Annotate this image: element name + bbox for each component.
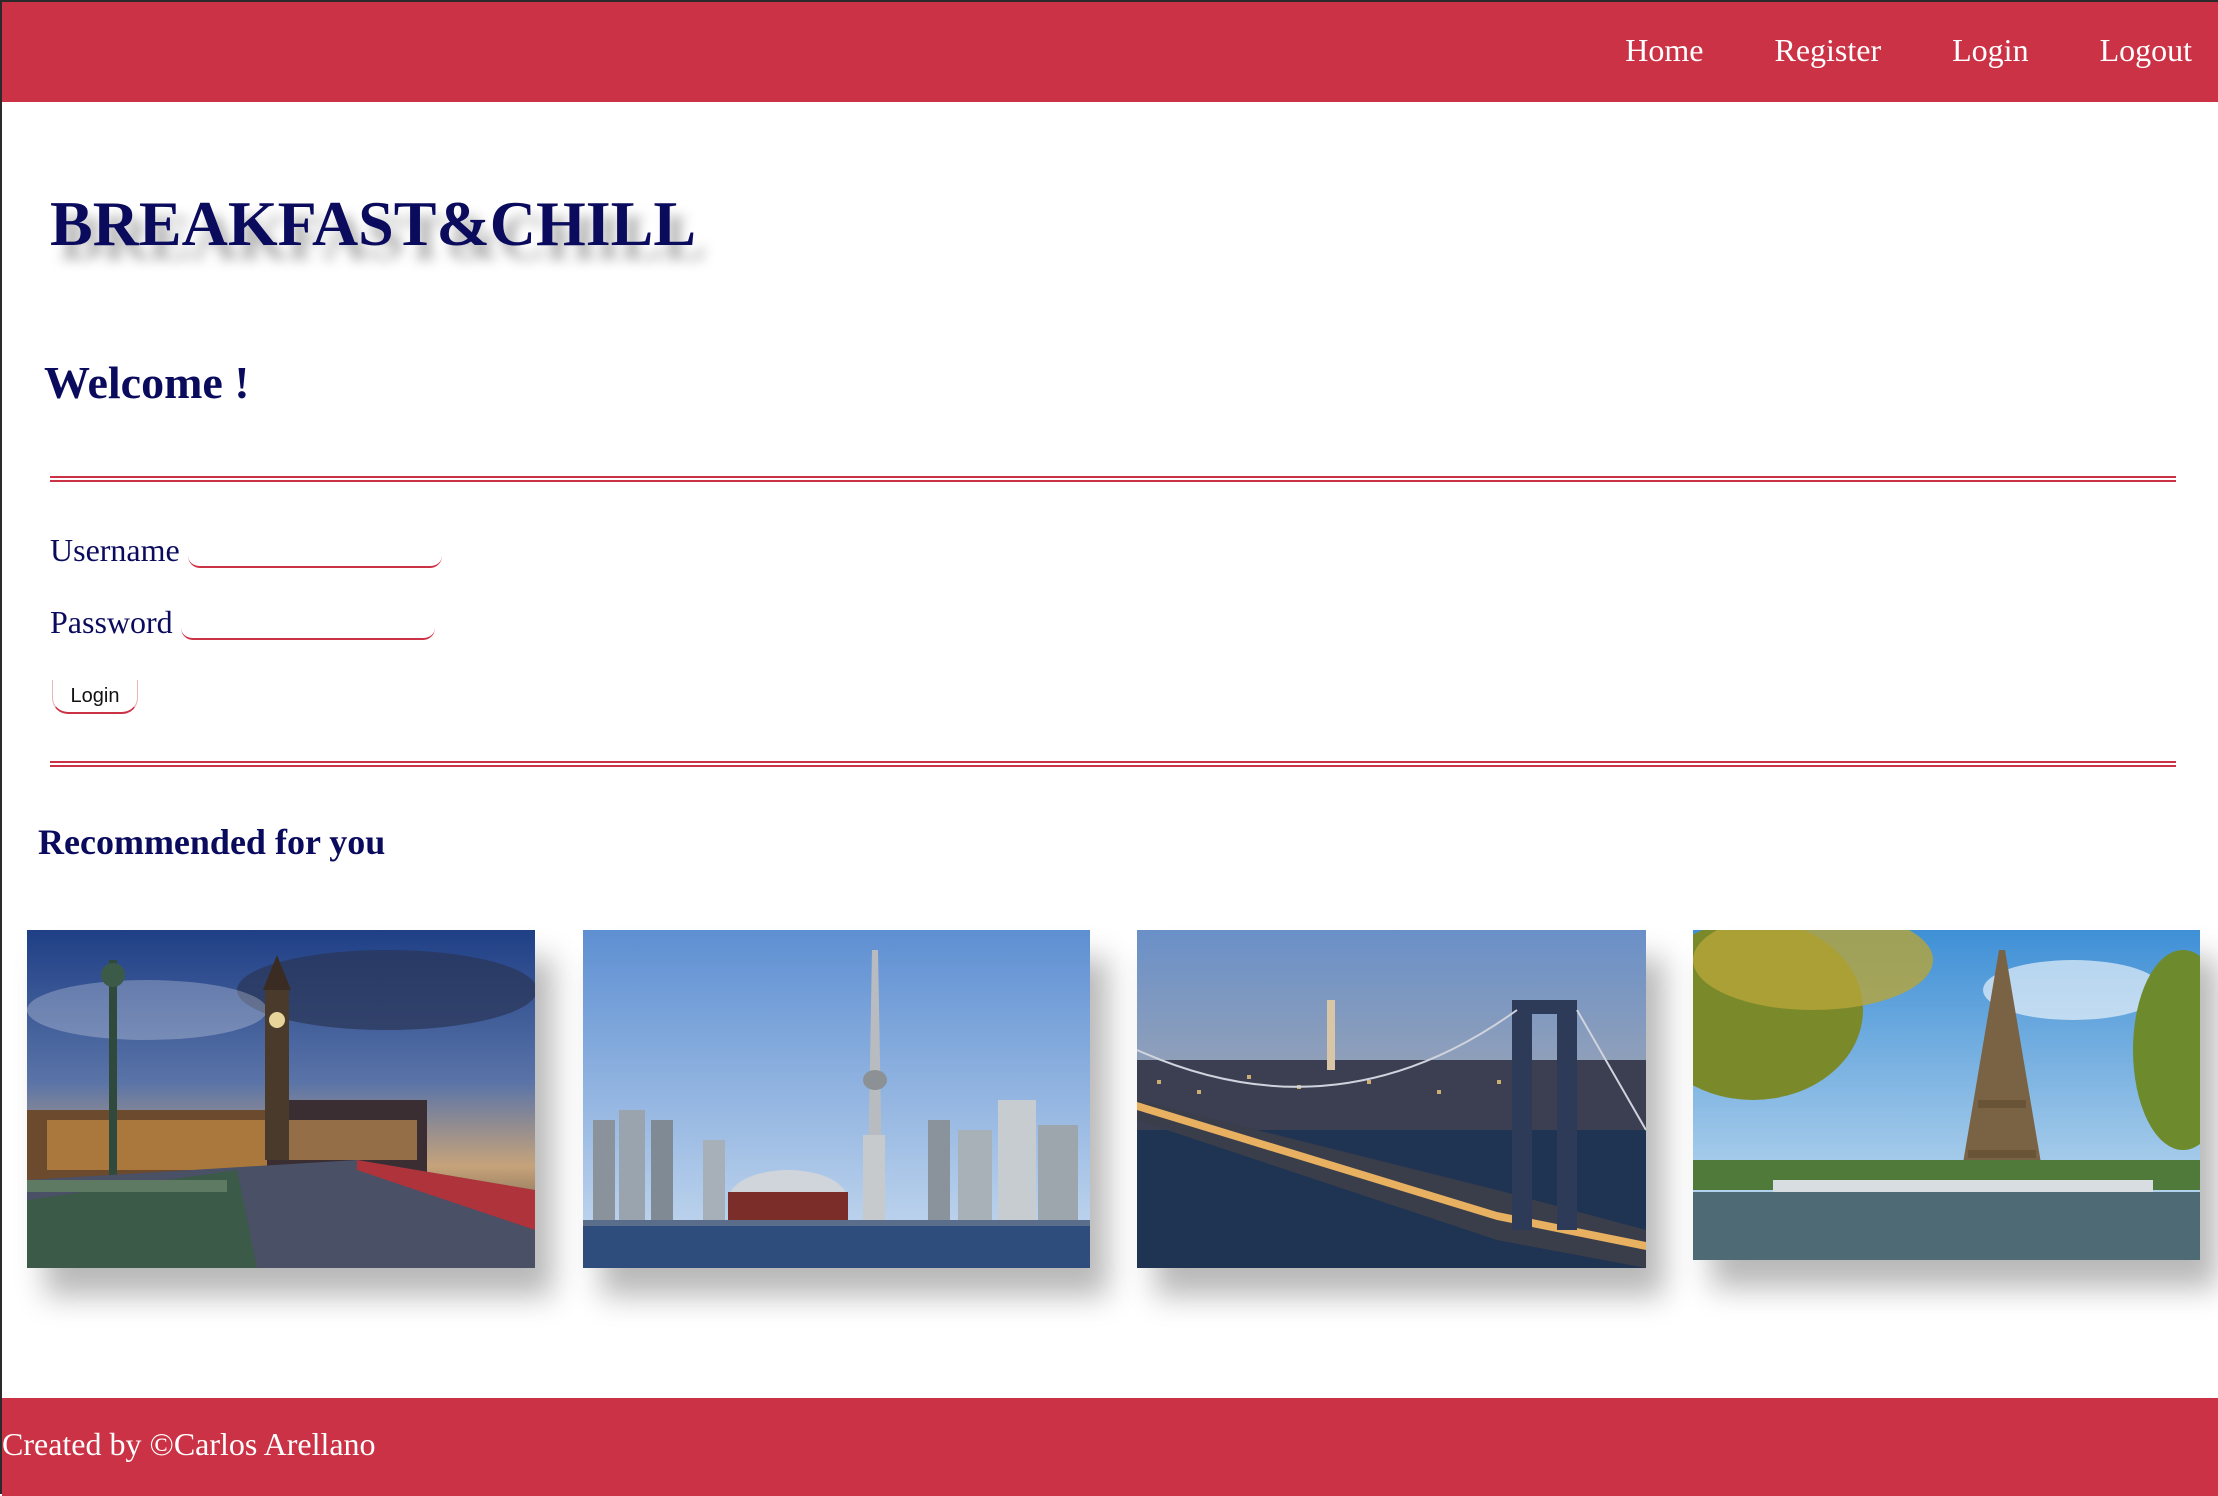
recommended-card-paris[interactable] (1693, 930, 2200, 1260)
london-big-ben-photo-icon (27, 930, 535, 1268)
divider-top (50, 476, 2176, 482)
password-row: Password (50, 602, 435, 640)
recommended-card-london[interactable] (27, 930, 535, 1268)
toronto-cn-tower-photo-icon (583, 930, 1090, 1268)
brand-title: BREAKFAST&CHILL (50, 188, 697, 259)
divider-bottom (50, 761, 2176, 767)
username-label: Username (50, 532, 180, 568)
footer: Created by ©Carlos Arellano (2, 1398, 2218, 1496)
welcome-heading: Welcome ! (44, 357, 250, 408)
recommended-card-new-york[interactable] (1137, 930, 1646, 1268)
login-button[interactable]: Login (52, 680, 138, 714)
recommended-heading: Recommended for you (38, 822, 386, 862)
password-input[interactable] (180, 602, 435, 640)
username-input[interactable] (187, 530, 442, 568)
nav-register-link[interactable]: Register (1774, 34, 1881, 70)
nav-logout-link[interactable]: Logout (2100, 34, 2192, 70)
nav-home-link[interactable]: Home (1625, 34, 1703, 70)
password-label: Password (50, 604, 173, 640)
paris-eiffel-tower-photo-icon (1693, 930, 2200, 1260)
new-york-manhattan-bridge-photo-icon (1137, 930, 1646, 1268)
nav-login-link[interactable]: Login (1952, 34, 2028, 70)
top-navbar: Home Register Login Logout (2, 2, 2218, 102)
recommended-card-toronto[interactable] (583, 930, 1090, 1268)
username-row: Username (50, 530, 442, 568)
footer-credit: Created by ©Carlos Arellano (2, 1426, 376, 1462)
nav-links: Home Register Login Logout (1554, 2, 2192, 102)
